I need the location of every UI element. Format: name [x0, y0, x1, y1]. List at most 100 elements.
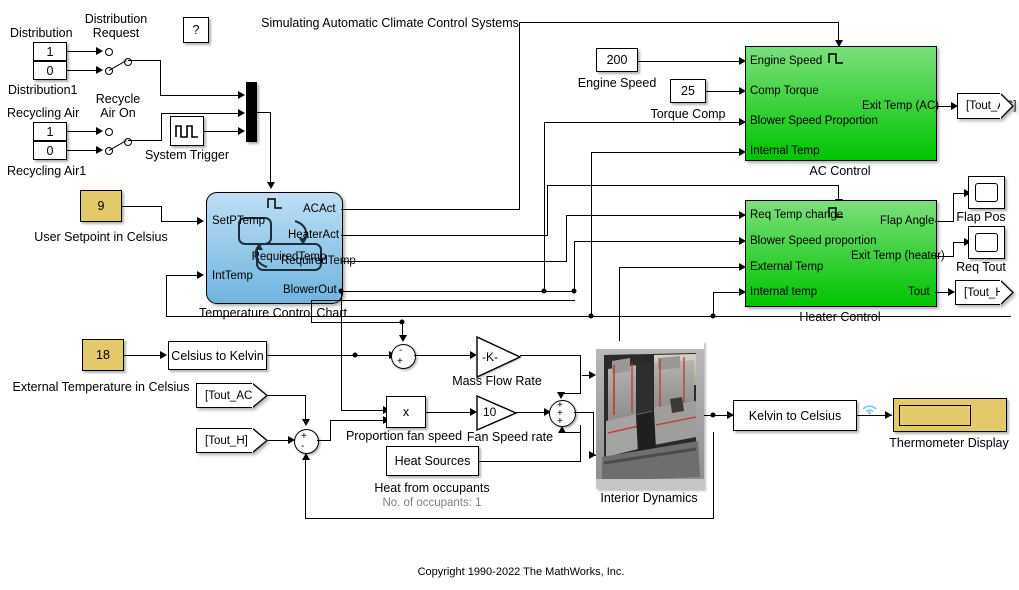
wire [166, 275, 168, 317]
wire [160, 60, 162, 96]
sum-block-1[interactable] [391, 344, 416, 369]
wire [67, 70, 96, 72]
sum1-sign-plus: + [397, 356, 403, 367]
car-interior-image [596, 341, 704, 489]
wire [311, 322, 403, 324]
goto-tag-tout-ac-label: [Tout_AC] [957, 93, 1017, 119]
wire [713, 292, 739, 294]
wire [519, 22, 521, 210]
user-setpoint-label: User Setpoint in Celsius [34, 230, 168, 244]
wire-arrow [160, 351, 167, 359]
wire [67, 131, 96, 133]
wire-junction [571, 288, 577, 294]
wire-arrow [238, 91, 245, 99]
wire [574, 241, 739, 243]
ac-input-comp-torque: Comp Torque [750, 85, 819, 97]
wire [341, 235, 548, 237]
wire [311, 300, 575, 302]
wire [580, 425, 582, 462]
wire [426, 412, 470, 414]
wire [566, 215, 568, 262]
distribution-request-switch[interactable] [108, 60, 127, 72]
wire [341, 410, 383, 412]
recycling-air-constant[interactable]: 1 [33, 122, 67, 141]
wire-arrow [197, 271, 204, 279]
wire [67, 51, 96, 53]
from-tag-tout-ac[interactable]: [Tout_AC] [196, 383, 268, 408]
wireless-signal-icon [862, 405, 877, 415]
goto-tag-tout-h[interactable]: [Tout_H] [955, 280, 1015, 305]
wire [544, 122, 546, 292]
wire [547, 185, 549, 236]
external-temperature-constant[interactable]: 18 [82, 339, 124, 371]
goto-tag-tout-ac[interactable]: [Tout_AC] [957, 93, 1017, 119]
wire-arrow [589, 451, 596, 459]
flap-pos-label: Flap Pos [956, 210, 1006, 224]
flap-pos-scope[interactable] [968, 176, 1005, 209]
kelvin-to-celsius-block[interactable]: Kelvin to Celsius [733, 400, 857, 431]
engine-speed-constant[interactable]: 200 [596, 48, 638, 72]
fan-speed-gain-text: 10 [483, 405, 497, 419]
thermometer-bar-icon [899, 404, 971, 426]
wire [574, 241, 576, 292]
wire [122, 206, 162, 208]
mass-flow-rate-gain[interactable]: -K- [476, 336, 522, 378]
proportion-fan-speed-label: Proportion fan speed [345, 429, 463, 443]
distribution-label: Distribution [10, 26, 73, 40]
wire [161, 206, 163, 222]
wire-junction [352, 352, 358, 358]
page-title: Simulating Automatic Climate Control Sys… [261, 16, 519, 30]
goto-tag-tout-h-label: [Tout_H] [955, 280, 1007, 305]
system-trigger-label: System Trigger [144, 148, 230, 162]
chart-output-heateract: HeaterAct [288, 229, 340, 241]
system-trigger-block[interactable] [170, 116, 204, 146]
celsius-to-kelvin-block[interactable]: Celsius to Kelvin [168, 341, 267, 370]
wire [560, 393, 581, 395]
wire [330, 420, 383, 422]
wire [414, 355, 470, 357]
wire [341, 291, 575, 293]
distribution1-constant[interactable]: 0 [33, 61, 67, 80]
heater-input-internal-temp: Internal temp [750, 286, 818, 298]
wire [341, 291, 343, 411]
heater-output-flap-angle: Flap Angle [880, 215, 935, 227]
req-tout-label: Req Tout [956, 260, 1006, 274]
proportion-fan-speed-product[interactable]: x [386, 396, 426, 428]
chart-output-blowerout: BlowerOut [283, 284, 337, 296]
fan-speed-rate-label: Fan Speed rate [466, 430, 554, 444]
wire-arrow [238, 109, 245, 117]
req-tout-scope[interactable] [968, 226, 1005, 259]
wire-junction [541, 288, 547, 294]
mux-block[interactable] [246, 82, 257, 142]
torque-comp-constant[interactable]: 25 [670, 79, 706, 103]
interior-dynamics-block[interactable] [596, 341, 704, 489]
wire [953, 193, 955, 222]
distribution1-label: Distribution1 [8, 83, 78, 97]
recycling-air1-constant[interactable]: 0 [33, 141, 67, 160]
user-setpoint-constant[interactable]: 9 [80, 190, 122, 222]
ac-input-engine-speed: Engine Speed [750, 55, 823, 67]
help-button[interactable]: ? [183, 17, 209, 43]
distribution-constant[interactable]: 1 [33, 42, 67, 61]
sum2-sign-plus: + [301, 431, 307, 442]
wire-arrow [96, 66, 103, 74]
heater-input-external-temp: External Temp [750, 261, 824, 273]
heater-output-exit-temp: Exit Temp (heater) [851, 250, 945, 262]
wire-arrow [885, 411, 892, 419]
trigger-icon [267, 198, 282, 209]
wire [520, 355, 581, 357]
wire [953, 242, 964, 244]
wire [516, 412, 544, 414]
recycle-switch-top-terminal[interactable] [105, 128, 113, 136]
from-tag-tout-h[interactable]: [Tout_H] [196, 428, 268, 453]
wire [124, 355, 160, 357]
switch-top-terminal[interactable] [105, 48, 113, 56]
scope-screen-icon [975, 233, 998, 252]
wire-arrow [398, 335, 407, 342]
recycle-air-on-switch[interactable] [108, 140, 127, 152]
torque-comp-label: Torque Comp [650, 107, 726, 121]
thermometer-display-block[interactable] [893, 398, 1007, 432]
heater-input-req-temp-change: Req Temp change [750, 209, 844, 221]
heat-sources-block[interactable]: Heat Sources [386, 446, 479, 476]
wire-arrow [948, 288, 955, 296]
